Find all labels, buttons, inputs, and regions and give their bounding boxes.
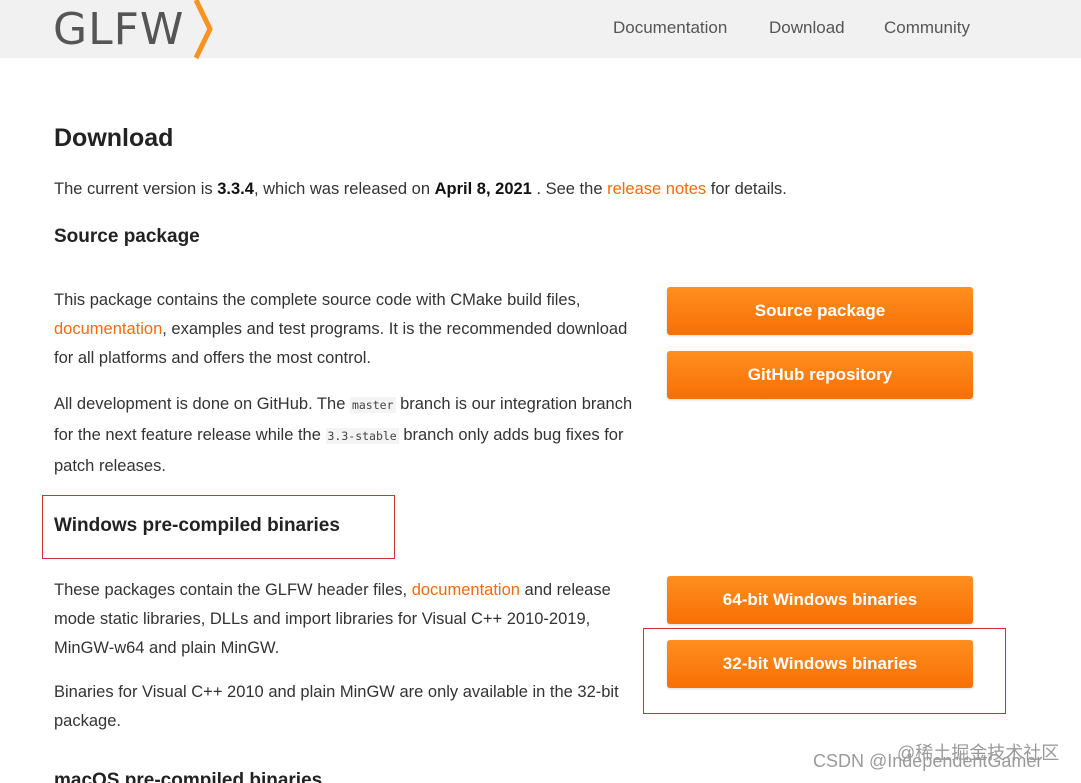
release-notes-link[interactable]: release notes xyxy=(607,180,706,198)
source-package-description: This package contains the complete sourc… xyxy=(54,286,634,373)
glfw-logo[interactable]: GLFW xyxy=(53,4,184,55)
windows-documentation-link[interactable]: documentation xyxy=(412,581,520,599)
windows-binaries-heading: Windows pre-compiled binaries xyxy=(54,515,340,536)
source-package-button[interactable]: Source package xyxy=(667,287,973,335)
nav-download-link[interactable]: Download xyxy=(769,18,845,38)
csdn-watermark: CSDN @IndependentGamer xyxy=(813,751,1043,771)
source-p2-before: All development is done on GitHub. The xyxy=(54,395,350,413)
nav-community-link[interactable]: Community xyxy=(884,18,970,38)
release-date: April 8, 2021 xyxy=(434,180,532,198)
logo-chevron-icon xyxy=(193,0,213,60)
stable-branch-code: 3.3-stable xyxy=(325,428,399,444)
source-package-heading: Source package xyxy=(54,226,200,247)
top-navigation-bar: GLFW Documentation Download Community xyxy=(0,0,1081,60)
intro-prefix: The current version is xyxy=(54,180,218,198)
windows-binaries-description: These packages contain the GLFW header f… xyxy=(54,576,634,663)
source-documentation-link[interactable]: documentation xyxy=(54,320,162,338)
github-repository-button[interactable]: GitHub repository xyxy=(667,351,973,399)
version-intro: The current version is 3.3.4, which was … xyxy=(54,175,854,204)
macos-binaries-heading: macOS pre-compiled binaries xyxy=(54,770,323,783)
github-development-note: All development is done on GitHub. The m… xyxy=(54,389,634,481)
windows-32bit-button[interactable]: 32-bit Windows binaries xyxy=(667,640,973,688)
windows-p1-before: These packages contain the GLFW header f… xyxy=(54,581,412,599)
intro-middle: , which was released on xyxy=(253,180,435,198)
nav-documentation-link[interactable]: Documentation xyxy=(613,18,727,38)
master-branch-code: master xyxy=(349,397,396,413)
current-version: 3.3.4 xyxy=(217,180,254,198)
windows-64bit-button[interactable]: 64-bit Windows binaries xyxy=(667,576,973,624)
page-title: Download xyxy=(54,124,174,152)
intro-after-date: . See the xyxy=(531,180,608,198)
source-p1-before: This package contains the complete sourc… xyxy=(54,291,581,309)
intro-suffix: for details. xyxy=(706,180,787,198)
windows-32bit-note: Binaries for Visual C++ 2010 and plain M… xyxy=(54,683,619,730)
